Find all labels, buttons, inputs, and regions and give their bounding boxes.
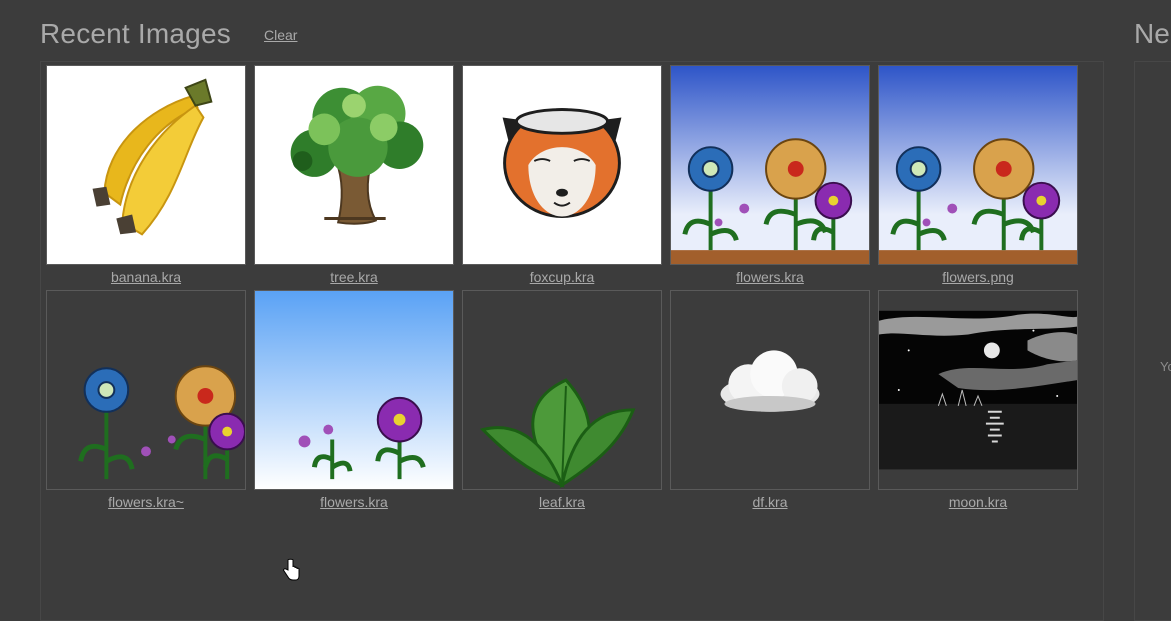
tree-image	[255, 66, 453, 264]
fox-cup-image	[463, 66, 661, 264]
image-filename[interactable]: flowers.kra	[670, 269, 870, 286]
recent-image-item[interactable]: df.kra	[670, 290, 870, 511]
flowers-image	[879, 66, 1077, 264]
image-filename[interactable]: df.kra	[670, 494, 870, 511]
new-section-text: Yo	[1160, 359, 1171, 374]
leaf-thumbnail[interactable]	[462, 290, 662, 490]
new-section-title: Ne	[1134, 18, 1170, 49]
moon-image	[879, 291, 1077, 489]
hand-pointer-cursor-icon	[283, 558, 300, 581]
recent-image-item[interactable]: banana.kra	[46, 65, 246, 286]
recent-images-grid: banana.kra tree.kra foxcup.kra flowers.k…	[46, 65, 1078, 511]
new-section-panel	[1134, 61, 1171, 621]
image-filename[interactable]: flowers.kra~	[46, 494, 246, 511]
image-filename[interactable]: flowers.png	[878, 269, 1078, 286]
banana-image	[47, 66, 245, 264]
moon-thumbnail[interactable]	[878, 290, 1078, 490]
flowers-image	[671, 66, 869, 264]
image-filename[interactable]: leaf.kra	[462, 494, 662, 511]
leaf-image	[463, 291, 661, 489]
image-filename[interactable]: moon.kra	[878, 494, 1078, 511]
recent-images-title: Recent Images	[40, 18, 231, 49]
recent-image-item[interactable]: flowers.kra	[254, 290, 454, 511]
recent-image-item[interactable]: foxcup.kra	[462, 65, 662, 286]
df-thumbnail[interactable]	[670, 290, 870, 490]
image-filename[interactable]: banana.kra	[46, 269, 246, 286]
tree-thumbnail[interactable]	[254, 65, 454, 265]
flowers-backup-thumbnail[interactable]	[46, 290, 246, 490]
image-filename[interactable]: tree.kra	[254, 269, 454, 286]
flowers-image	[47, 291, 245, 489]
cloud-image	[671, 291, 869, 489]
clear-recent-button[interactable]: Clear	[264, 27, 297, 43]
foxcup-thumbnail[interactable]	[462, 65, 662, 265]
flowers-thumbnail[interactable]	[878, 65, 1078, 265]
flowers-thumbnail[interactable]	[670, 65, 870, 265]
recent-image-item[interactable]: flowers.kra	[670, 65, 870, 286]
recent-image-item[interactable]: tree.kra	[254, 65, 454, 286]
recent-image-item[interactable]: flowers.png	[878, 65, 1078, 286]
flowers-image	[255, 291, 453, 489]
image-filename[interactable]: flowers.kra	[254, 494, 454, 511]
flowers-thumbnail[interactable]	[254, 290, 454, 490]
image-filename[interactable]: foxcup.kra	[462, 269, 662, 286]
banana-thumbnail[interactable]	[46, 65, 246, 265]
recent-image-item[interactable]: flowers.kra~	[46, 290, 246, 511]
recent-image-item[interactable]: moon.kra	[878, 290, 1078, 511]
recent-image-item[interactable]: leaf.kra	[462, 290, 662, 511]
